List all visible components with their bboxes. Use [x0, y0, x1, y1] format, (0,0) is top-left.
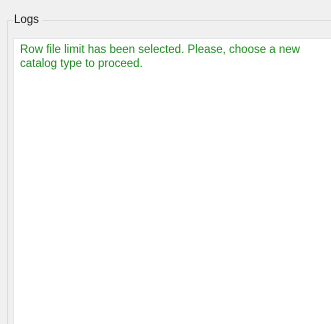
log-message: Row file limit has been selected. Please…	[20, 44, 300, 70]
logs-groupbox-title: Logs	[13, 13, 42, 27]
logs-panel-window: Logs Row file limit has been selected. P…	[0, 0, 331, 324]
logs-text-area[interactable]: Row file limit has been selected. Please…	[13, 38, 331, 324]
